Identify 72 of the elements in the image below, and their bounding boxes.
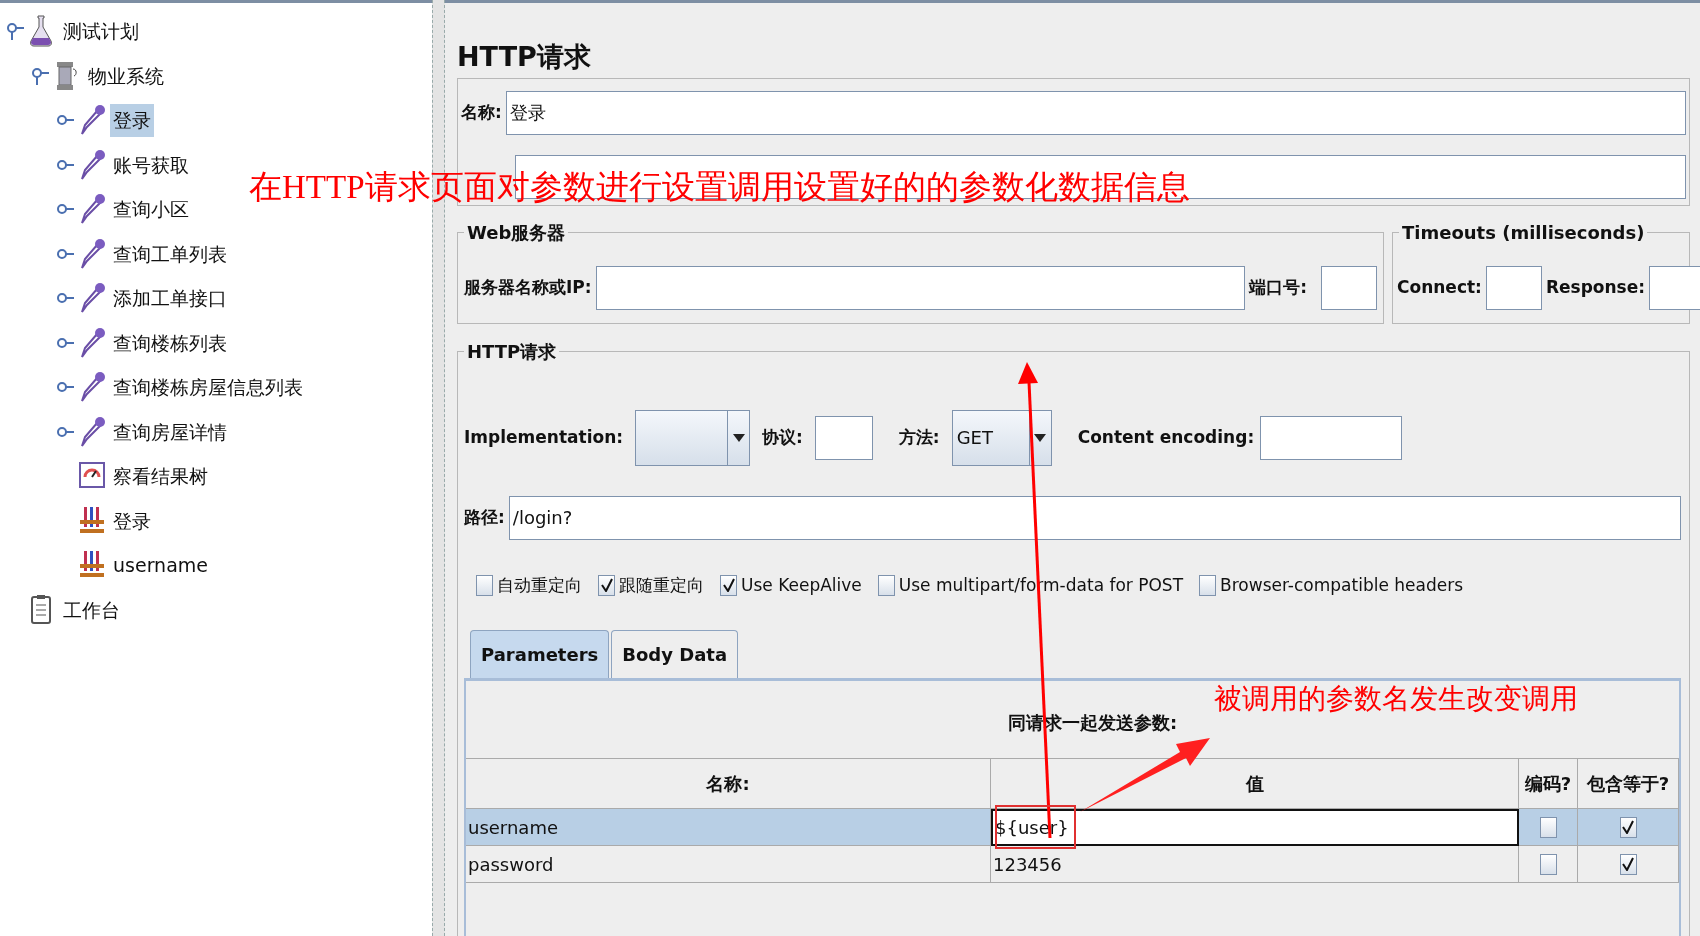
checkbox[interactable]: [1539, 853, 1557, 875]
field-label: 端口号:: [1249, 275, 1307, 299]
tree-item[interactable]: 物业系统: [85, 59, 167, 92]
table-cell: password: [466, 846, 991, 883]
checkbox[interactable]: [720, 574, 737, 596]
tree-item[interactable]: username: [110, 549, 211, 582]
field-label: 协议:: [762, 425, 803, 449]
tree-item[interactable]: 查询楼栋列表: [110, 326, 230, 359]
check-icon: [600, 578, 613, 593]
method-dropdown[interactable]: GET: [951, 409, 1052, 466]
table-header-cell: 值: [991, 759, 1519, 809]
checkbox[interactable]: [476, 574, 493, 596]
caret-icon: [1034, 433, 1047, 442]
tree-item[interactable]: 登录: [110, 504, 154, 537]
tree-item[interactable]: 察看结果树: [110, 460, 211, 493]
check-icon: [722, 578, 735, 593]
server-field[interactable]: [595, 265, 1246, 310]
tree-item[interactable]: 查询工单列表: [110, 237, 230, 270]
pipette-icon: [78, 236, 106, 271]
check-icon: [1622, 857, 1634, 871]
tree-item[interactable]: 测试计划: [60, 15, 142, 48]
field-label: 方法:: [898, 425, 940, 449]
response-field[interactable]: [1649, 265, 1700, 310]
field-label: 服务器名称或IP:: [464, 275, 592, 299]
checkbox-label: Use KeepAlive: [741, 573, 862, 597]
tree-item[interactable]: 查询楼栋房屋信息列表: [110, 371, 306, 404]
checkbox[interactable]: [877, 574, 895, 596]
annotation-text: 在HTTP请求页面对参数进行设置调用设置好的的参数化数据信息: [249, 170, 1190, 205]
checkbox-label: Browser-compatible headers: [1220, 573, 1463, 597]
implementation-dropdown[interactable]: [635, 409, 751, 466]
protocol-field[interactable]: [814, 415, 873, 460]
field-label: Implementation:: [464, 425, 624, 449]
table-cell: username: [466, 809, 991, 846]
table-cell: 123456: [991, 846, 1519, 883]
table-header-cell: 编码?: [1519, 759, 1578, 809]
encoding-field[interactable]: [1260, 415, 1403, 460]
field-label: 路径:: [464, 505, 505, 529]
field-label: 名称:: [461, 100, 502, 124]
expanded-handle-icon[interactable]: [6, 22, 24, 41]
port-field[interactable]: [1321, 265, 1377, 310]
caret-icon: [732, 433, 745, 442]
tree-item[interactable]: 登录: [110, 104, 154, 137]
field-label: Response:: [1545, 275, 1646, 299]
tree-item[interactable]: 账号获取: [110, 148, 192, 181]
table-header-cell: 名称:: [466, 759, 991, 809]
checkbox[interactable]: [1539, 816, 1557, 838]
table-row[interactable]: password 123456: [466, 846, 1679, 883]
checkbox[interactable]: [1199, 574, 1217, 596]
connect-field[interactable]: [1485, 265, 1542, 310]
pipette-icon: [78, 414, 106, 449]
tree-item[interactable]: 查询小区: [110, 193, 192, 226]
tree-item[interactable]: 工作台: [60, 593, 123, 626]
check-icon: [1622, 820, 1634, 834]
checkbox[interactable]: [1619, 853, 1637, 875]
expanded-handle-icon[interactable]: [31, 66, 49, 85]
table-header-cell: 包含等于?: [1578, 759, 1679, 809]
name-field[interactable]: 登录: [505, 90, 1686, 135]
path-field[interactable]: /login?: [508, 495, 1681, 540]
field-label: Content encoding:: [1077, 425, 1255, 449]
panel-title: HTTP请求: [457, 40, 592, 74]
checkbox[interactable]: [598, 574, 615, 596]
annotation-text: 被调用的参数名发生改变调用: [1214, 684, 1578, 714]
checkbox-label: 跟随重定向: [619, 573, 704, 597]
tree-item[interactable]: 查询房屋详情: [110, 415, 230, 448]
tab[interactable]: Parameters: [470, 630, 610, 678]
pipette-icon: [78, 147, 106, 182]
checkbox-label: 自动重定向: [497, 573, 582, 597]
tree-item[interactable]: 添加工单接口: [110, 282, 230, 315]
checkbox[interactable]: [1619, 816, 1637, 838]
tab[interactable]: Body Data: [611, 630, 739, 678]
pipette-icon: [78, 325, 106, 360]
field-label: Connect:: [1397, 275, 1482, 299]
